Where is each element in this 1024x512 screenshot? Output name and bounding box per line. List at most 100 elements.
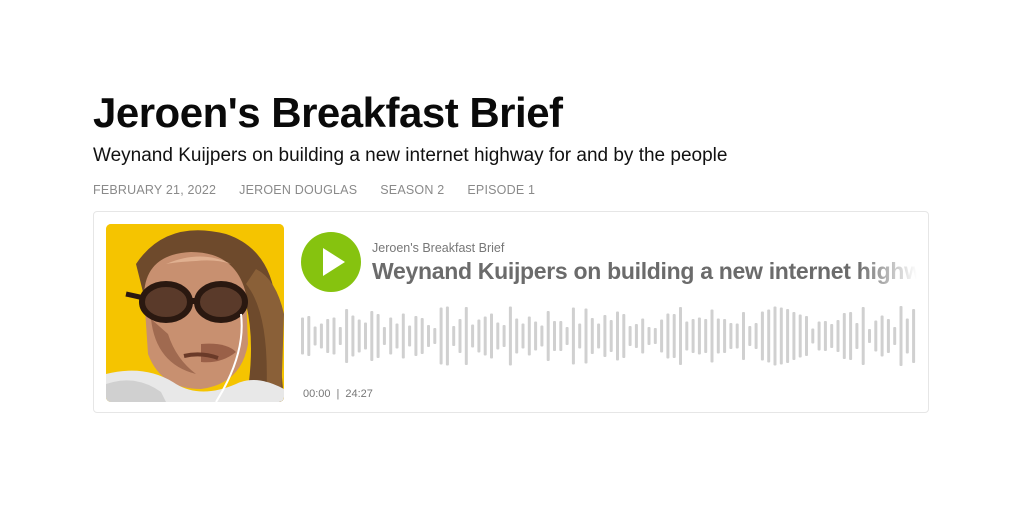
duration: 24:27 (345, 388, 373, 400)
waveform-bar (326, 319, 330, 353)
waveform-bar (540, 325, 544, 347)
waveform-bar (735, 323, 739, 349)
waveform-bar (439, 307, 443, 365)
waveform-bar (565, 327, 569, 345)
waveform-bar (836, 320, 840, 352)
waveform-bar (861, 307, 865, 365)
waveform-bar (483, 316, 487, 356)
waveform-bar (427, 325, 430, 347)
waveform-bar (401, 313, 405, 359)
player-show-name: Jeroen's Breakfast Brief (372, 241, 505, 255)
show-title: Jeroen's Breakfast Brief (93, 89, 563, 136)
waveform-bar (527, 316, 531, 356)
waveform-bar (786, 309, 790, 363)
player-episode-title-container: Weynand Kuijpers on building a new inter… (372, 256, 917, 286)
waveform-bar (571, 307, 575, 365)
waveform-bar (546, 311, 550, 361)
waveform-bar (351, 315, 355, 357)
title-fade-overlay (857, 256, 917, 286)
waveform-bar (679, 307, 682, 365)
waveform-bar (338, 327, 342, 345)
waveform-bar (893, 327, 897, 345)
waveform-bar (477, 319, 481, 353)
episode-subtitle: Weynand Kuijpers on building a new inter… (93, 145, 728, 166)
waveform-bar (729, 323, 733, 349)
waveform-bar (817, 321, 821, 351)
waveform-bar (616, 311, 619, 361)
audio-player: Jeroen's Breakfast Brief Weynand Kuijper… (93, 211, 929, 413)
waveform-bar (691, 319, 695, 353)
waveform-bar (370, 311, 374, 361)
waveform-bar (830, 324, 834, 348)
podcast-episode-page: Jeroen's Breakfast Brief Weynand Kuijper… (0, 0, 1024, 512)
waveform-bar (445, 306, 449, 366)
episode-meta: FEBRUARY 21, 2022 JEROEN DOUGLAS SEASON … (93, 182, 933, 198)
waveform-bar (710, 309, 714, 363)
waveform-bar (685, 321, 689, 351)
waveform-bar (464, 307, 468, 365)
waveform-bar (767, 309, 771, 363)
waveform-bar (704, 319, 708, 353)
waveform-bar (559, 321, 563, 351)
waveform-bar (855, 323, 859, 349)
waveform-bar (313, 326, 317, 346)
waveform-bar (697, 317, 701, 355)
waveform-bar (332, 317, 336, 355)
waveform-bar (496, 322, 500, 350)
waveform-bar (452, 326, 456, 346)
waveform-bar (603, 315, 607, 357)
time-readout: 00:00 | 24:27 (303, 387, 373, 401)
waveform-bar (899, 306, 903, 366)
play-button[interactable] (301, 232, 361, 292)
waveform-bar (389, 317, 393, 355)
waveform-bar (433, 328, 437, 344)
waveform-bar (666, 313, 670, 359)
waveform-bar (628, 326, 632, 346)
waveform-bar (382, 327, 386, 345)
waveform-bar (521, 323, 525, 349)
waveform-bar (490, 313, 493, 359)
waveform-bar (364, 322, 367, 350)
waveform-bar (641, 318, 645, 354)
waveform-bar (584, 308, 588, 364)
waveform-bar (376, 314, 380, 358)
waveform-bar (805, 316, 808, 356)
waveform-bar (779, 307, 783, 365)
waveform-bar (798, 314, 802, 358)
episode-season: SEASON 2 (380, 183, 445, 197)
waveform-bar (420, 318, 424, 354)
waveform-bar (515, 318, 519, 354)
waveform-bar (874, 320, 878, 352)
waveform-bar (590, 318, 594, 354)
waveform-scrubber[interactable] (301, 304, 919, 368)
waveform-bar (912, 309, 916, 363)
waveform-bar (622, 314, 626, 358)
waveform-bar (849, 312, 853, 360)
waveform-bar (868, 329, 871, 343)
waveform-bar (301, 317, 304, 355)
waveform-bar (534, 321, 538, 351)
waveform-bar (597, 323, 601, 349)
waveform-bar (471, 324, 475, 348)
portrait-illustration (106, 224, 284, 402)
waveform-bar (842, 313, 846, 359)
waveform-bar (319, 323, 323, 349)
waveform-bar (672, 314, 676, 358)
waveform-bar (748, 326, 752, 346)
waveform-bar (723, 319, 727, 353)
waveform-bar (508, 306, 512, 366)
waveform-bar (905, 318, 909, 354)
waveform-bar (760, 311, 764, 361)
episode-date: FEBRUARY 21, 2022 (93, 183, 217, 197)
podcast-artwork (106, 224, 284, 402)
waveform-bar (653, 328, 657, 344)
time-separator: | (336, 388, 340, 400)
waveform-bar (395, 323, 399, 349)
player-episode-title: Weynand Kuijpers on building a new inter… (372, 258, 917, 284)
waveform-bar (773, 306, 777, 366)
waveform-bar (307, 316, 311, 356)
waveform-bar (811, 328, 815, 344)
episode-number: EPISODE 1 (467, 183, 536, 197)
waveform-bar (660, 319, 664, 353)
waveform-bar (357, 319, 361, 353)
